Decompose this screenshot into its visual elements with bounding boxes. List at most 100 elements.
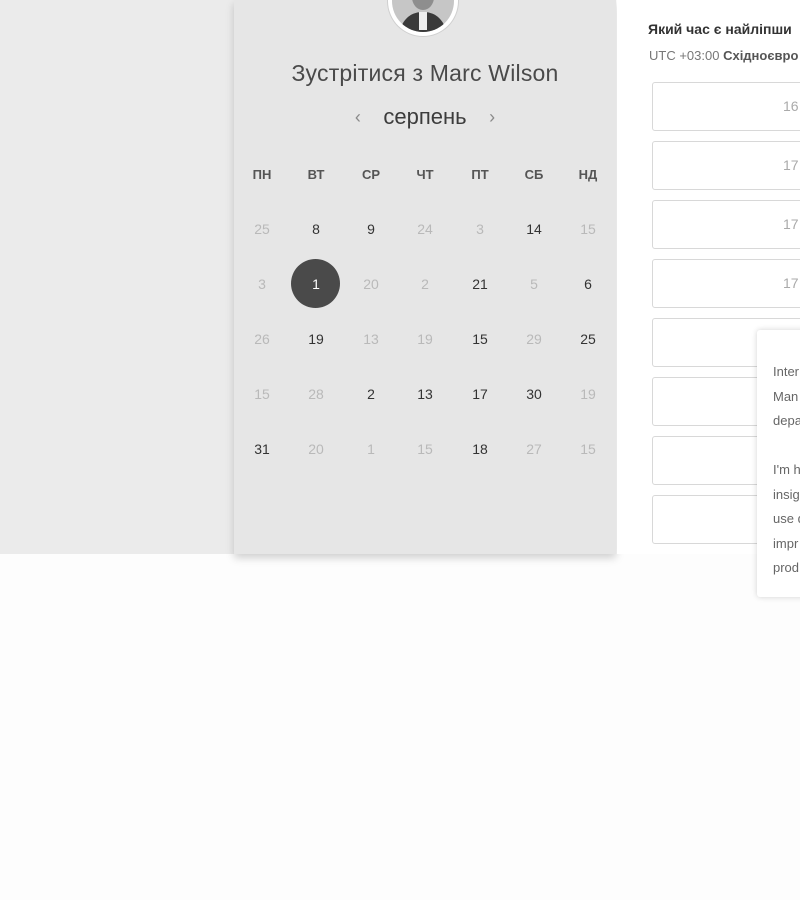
chevron-left-icon[interactable]: ‹ bbox=[343, 107, 373, 128]
day-number: 18 bbox=[472, 441, 488, 457]
calendar-day: 15 bbox=[561, 438, 615, 460]
calendar-day: 3 bbox=[235, 273, 289, 295]
weekday-wed: СР bbox=[361, 167, 381, 182]
weekday-sun: НД bbox=[578, 167, 598, 182]
day-number: 3 bbox=[258, 276, 266, 292]
time-slot-button[interactable]: 17 bbox=[652, 259, 800, 308]
calendar-day: 15 bbox=[561, 218, 615, 240]
day-number: 29 bbox=[526, 331, 542, 347]
bio-line: use d bbox=[773, 511, 800, 526]
time-slot-label: 16 bbox=[783, 98, 799, 114]
time-slot-label: 17 bbox=[783, 157, 799, 173]
day-number: 31 bbox=[254, 441, 270, 457]
day-number: 30 bbox=[526, 386, 542, 402]
day-number: 19 bbox=[308, 331, 324, 347]
calendar-day: 29 bbox=[507, 328, 561, 350]
calendar-day: 26 bbox=[235, 328, 289, 350]
calendar-day[interactable]: 21 bbox=[453, 273, 507, 295]
weekday-thu: ЧТ bbox=[416, 167, 434, 182]
timezone-label[interactable]: UTC +03:00 Східноєвро bbox=[649, 48, 798, 63]
calendar-day[interactable]: 25 bbox=[561, 328, 615, 350]
calendar-day: 20 bbox=[289, 438, 343, 460]
day-number: 8 bbox=[312, 221, 320, 237]
day-number: 6 bbox=[584, 276, 592, 292]
calendar-day: 24 bbox=[398, 218, 452, 240]
bio-line: prod bbox=[773, 560, 800, 575]
calendar-day[interactable]: 31 bbox=[235, 438, 289, 460]
avatar-photo bbox=[392, 0, 454, 32]
day-number: 25 bbox=[580, 331, 596, 347]
calendar-day: 19 bbox=[398, 328, 452, 350]
calendar-day[interactable]: 30 bbox=[507, 383, 561, 405]
day-number: 1 bbox=[312, 276, 320, 292]
host-avatar bbox=[388, 0, 458, 36]
calendar-day: 15 bbox=[235, 383, 289, 405]
bio-line: I'm h bbox=[773, 462, 800, 477]
day-number: 25 bbox=[254, 221, 270, 237]
day-number: 27 bbox=[526, 441, 542, 457]
calendar-day[interactable]: 15 bbox=[453, 328, 507, 350]
time-question: Який час є найліпши bbox=[648, 21, 792, 37]
avatar-head bbox=[412, 0, 434, 10]
bio-line: insig bbox=[773, 486, 800, 502]
day-number: 19 bbox=[580, 386, 596, 402]
calendar-day: 15 bbox=[398, 438, 452, 460]
calendar-day[interactable]: 14 bbox=[507, 218, 561, 240]
day-number: 15 bbox=[417, 441, 433, 457]
bio-line: depa bbox=[773, 413, 800, 428]
time-slot-label: 17 bbox=[783, 275, 799, 291]
day-number: 2 bbox=[421, 276, 429, 292]
calendar-day: 2 bbox=[398, 273, 452, 295]
calendar-day[interactable]: 19 bbox=[289, 328, 343, 350]
timezone-name: Східноєвро bbox=[723, 48, 799, 63]
calendar-day[interactable]: 17 bbox=[453, 383, 507, 405]
bio-line: Man bbox=[773, 388, 799, 404]
meeting-title: Зустрітися з Marc Wilson bbox=[291, 60, 559, 86]
time-slot-button[interactable]: 17 bbox=[652, 200, 800, 249]
day-number: 13 bbox=[363, 331, 379, 347]
calendar-day: 1 bbox=[344, 438, 398, 460]
bio-line: impr bbox=[773, 535, 799, 551]
calendar-day: 28 bbox=[289, 383, 343, 405]
time-slot-button[interactable]: 16 bbox=[652, 82, 800, 131]
calendar-day: 3 bbox=[453, 218, 507, 240]
day-number: 13 bbox=[417, 386, 433, 402]
calendar-day: 25 bbox=[235, 218, 289, 240]
time-slot-button[interactable]: 17 bbox=[652, 141, 800, 190]
day-number: 15 bbox=[254, 386, 270, 402]
weekday-fri: ПТ bbox=[471, 167, 489, 182]
timezone-offset: UTC +03:00 bbox=[649, 48, 720, 63]
day-number: 15 bbox=[472, 331, 488, 347]
calendar-day[interactable]: 6 bbox=[561, 273, 615, 295]
calendar-day: 13 bbox=[344, 328, 398, 350]
weekday-mon: ПН bbox=[252, 167, 272, 182]
day-number: 26 bbox=[254, 331, 270, 347]
calendar-day[interactable]: 9 bbox=[344, 218, 398, 240]
calendar-day: 27 bbox=[507, 438, 561, 460]
calendar-day[interactable]: 13 bbox=[398, 383, 452, 405]
day-number: 1 bbox=[367, 441, 375, 457]
day-number: 28 bbox=[308, 386, 324, 402]
day-number: 2 bbox=[367, 386, 375, 402]
day-number: 15 bbox=[580, 441, 596, 457]
bio-line: Inter bbox=[773, 364, 800, 379]
avatar-shirt bbox=[419, 12, 427, 30]
calendar-day[interactable]: 8 bbox=[289, 218, 343, 240]
weekday-tue: ВТ bbox=[307, 167, 325, 182]
day-number: 15 bbox=[580, 221, 596, 237]
day-number: 20 bbox=[363, 276, 379, 292]
calendar-day[interactable]: 18 bbox=[453, 438, 507, 460]
host-bio-popover: Inter Man depa I'm h insig use d impr prod bbox=[757, 330, 800, 597]
day-number: 5 bbox=[530, 276, 538, 292]
calendar-day[interactable]: 2 bbox=[344, 383, 398, 405]
day-number: 14 bbox=[526, 221, 542, 237]
day-number: 19 bbox=[417, 331, 433, 347]
day-number: 17 bbox=[472, 386, 488, 402]
month-navigation: ‹ серпень › bbox=[234, 104, 616, 134]
day-number: 24 bbox=[417, 221, 433, 237]
day-number: 20 bbox=[308, 441, 324, 457]
day-number: 9 bbox=[367, 221, 375, 237]
chevron-right-icon[interactable]: › bbox=[477, 107, 507, 128]
day-number: 3 bbox=[476, 221, 484, 237]
calendar-day-selected[interactable]: 1 bbox=[289, 259, 343, 308]
